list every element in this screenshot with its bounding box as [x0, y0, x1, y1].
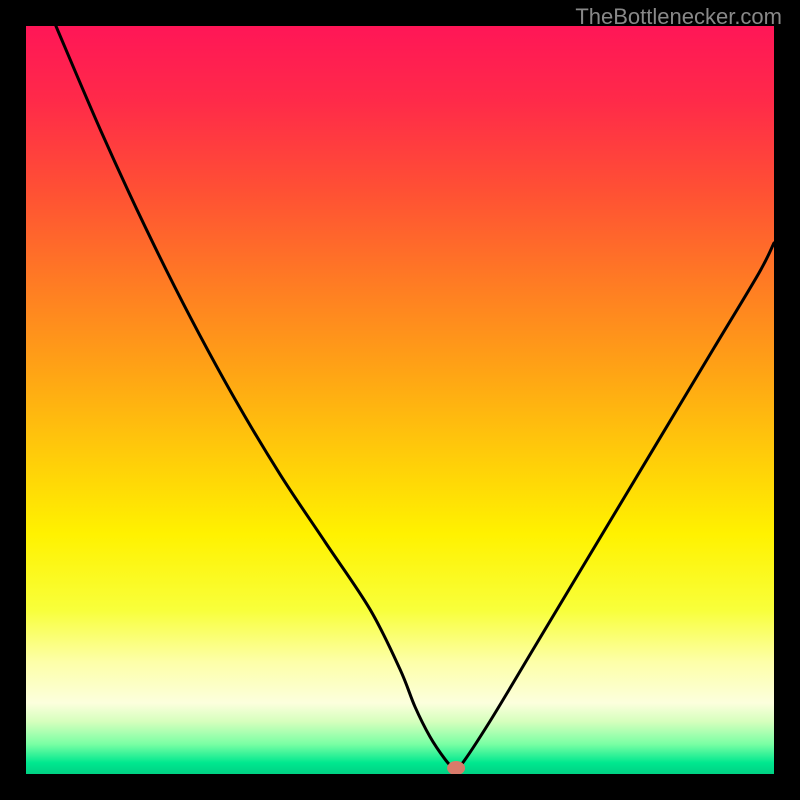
- chart-svg: [26, 26, 774, 774]
- plot-area: [26, 26, 774, 774]
- chart-background: [26, 26, 774, 774]
- chart-frame: TheBottlenecker.com: [0, 0, 800, 800]
- watermark-text: TheBottlenecker.com: [575, 4, 782, 30]
